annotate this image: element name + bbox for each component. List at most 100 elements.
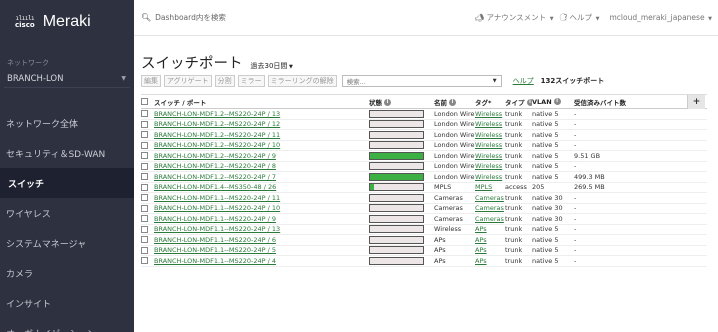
table-row[interactable]: BRANCH-LON-MDF1.2--MS220-24P / 11 London … bbox=[141, 130, 707, 141]
port-link[interactable]: BRANCH-LON-MDF1.4--MS350-48 / 26 bbox=[154, 183, 276, 191]
column-header-vlan[interactable]: VLAN i bbox=[532, 98, 574, 106]
column-header-port[interactable]: スイッチ / ポート bbox=[151, 97, 369, 107]
add-column-button[interactable]: + bbox=[687, 95, 705, 109]
table-header: スイッチ / ポート 状態 i 名前 i タグ* タイプ i VLAN i 受信済みバイ… bbox=[141, 94, 707, 109]
table-row[interactable]: BRANCH-LON-MDF1.2--MS220-24P / 12 London … bbox=[141, 120, 707, 130]
status-bar bbox=[369, 130, 424, 139]
port-link[interactable]: BRANCH-LON-MDF1.1--MS220-24P / 4 bbox=[154, 257, 276, 265]
row-checkbox[interactable] bbox=[141, 141, 148, 149]
row-checkbox[interactable] bbox=[141, 183, 148, 191]
timespan-selector[interactable]: 過去30日間 ▼ bbox=[251, 61, 293, 71]
port-link[interactable]: BRANCH-LON-MDF1.1--MS220-24P / 9 bbox=[154, 215, 276, 223]
help-menu[interactable]: ?⃝ ヘルプ ▼ bbox=[564, 12, 600, 23]
table-row[interactable]: BRANCH-LON-MDF1.2--MS220-24P / 10 London … bbox=[141, 141, 707, 151]
row-checkbox[interactable] bbox=[141, 246, 148, 254]
port-link[interactable]: BRANCH-LON-MDF1.2--MS220-24P / 7 bbox=[154, 173, 276, 181]
user-menu[interactable]: mcloud_meraki_japanese ▼ bbox=[609, 13, 712, 22]
column-header-status[interactable]: 状態 i bbox=[369, 97, 434, 107]
aggregate-button[interactable]: アグリゲート bbox=[164, 75, 212, 87]
row-checkbox[interactable] bbox=[141, 152, 148, 160]
port-tag-link[interactable]: Wireless bbox=[475, 120, 502, 128]
select-all-checkbox[interactable] bbox=[141, 98, 148, 105]
table-row[interactable]: BRANCH-LON-MDF1.1--MS220-24P / 5 APs APs tr… bbox=[141, 246, 707, 256]
row-checkbox[interactable] bbox=[141, 204, 148, 212]
sidebar-item[interactable]: ネットワーク全体 bbox=[0, 108, 134, 138]
port-tag-link[interactable]: Wireless bbox=[475, 141, 502, 149]
column-header-received[interactable]: 受信済みバイト数 bbox=[574, 97, 634, 107]
port-tag-link[interactable]: APs bbox=[475, 246, 487, 254]
port-tag-link[interactable]: Wireless bbox=[475, 162, 502, 170]
meraki-logo[interactable]: ılıılı cisco Meraki bbox=[0, 0, 134, 44]
table-row[interactable]: BRANCH-LON-MDF1.1--MS220-24P / 9 Cameras C… bbox=[141, 214, 707, 225]
port-link[interactable]: BRANCH-LON-MDF1.2--MS220-24P / 9 bbox=[154, 152, 276, 160]
cisco-wordmark: cisco bbox=[15, 20, 35, 29]
port-received-bytes: 9.51 GB bbox=[574, 151, 601, 160]
port-link[interactable]: BRANCH-LON-MDF1.1--MS220-24P / 5 bbox=[154, 246, 276, 254]
edit-button[interactable]: 編集 bbox=[141, 75, 161, 87]
mirror-button[interactable]: ミラー bbox=[237, 75, 265, 87]
port-tag-link[interactable]: Cameras bbox=[475, 215, 504, 223]
row-checkbox[interactable] bbox=[141, 236, 148, 244]
dashboard-search[interactable]: 🔍︎ Dashboard内を検索 bbox=[134, 12, 424, 23]
table-row[interactable]: BRANCH-LON-MDF1.1--MS220-24P / 4 APs APs tr… bbox=[141, 256, 707, 267]
help-link[interactable]: ヘルプ bbox=[513, 76, 534, 86]
port-link[interactable]: BRANCH-LON-MDF1.2--MS220-24P / 10 bbox=[154, 141, 280, 149]
sidebar-item[interactable]: オーガナイゼーション bbox=[0, 318, 134, 332]
port-tag-link[interactable]: Wireless bbox=[475, 110, 502, 118]
table-row[interactable]: BRANCH-LON-MDF1.1--MS220-24P / 10 Cameras… bbox=[141, 204, 707, 214]
table-row[interactable]: BRANCH-LON-MDF1.2--MS220-24P / 8 London W… bbox=[141, 162, 707, 172]
port-tag-link[interactable]: Wireless bbox=[475, 152, 502, 160]
row-checkbox[interactable] bbox=[141, 225, 148, 233]
column-header-type[interactable]: タイプ i bbox=[505, 97, 532, 107]
sidebar-item[interactable]: セキュリティ＆SD-WAN bbox=[0, 138, 134, 168]
table-row[interactable]: BRANCH-LON-MDF1.2--MS220-24P / 7 London W… bbox=[141, 172, 707, 183]
port-tag-link[interactable]: APs bbox=[475, 257, 487, 265]
row-checkbox[interactable] bbox=[141, 110, 148, 118]
announcements-menu[interactable]: 📣︎ アナウンスメント ▼ bbox=[475, 12, 554, 23]
table-row[interactable]: BRANCH-LON-MDF1.4--MS350-48 / 26 MPLS MPLS… bbox=[141, 183, 707, 193]
port-link[interactable]: BRANCH-LON-MDF1.2--MS220-24P / 11 bbox=[154, 131, 280, 139]
port-type: trunk bbox=[505, 204, 523, 213]
table-row[interactable]: BRANCH-LON-MDF1.2--MS220-24P / 9 London W… bbox=[141, 151, 707, 162]
port-tag-link[interactable]: Wireless bbox=[475, 173, 502, 181]
network-selector[interactable]: BRANCH-LON ▼ bbox=[4, 70, 130, 88]
port-tag-link[interactable]: APs bbox=[475, 225, 487, 233]
port-link[interactable]: BRANCH-LON-MDF1.2--MS220-24P / 13 bbox=[154, 110, 280, 118]
sidebar-item[interactable]: インサイト bbox=[0, 288, 134, 318]
port-tag-link[interactable]: Cameras bbox=[475, 194, 504, 202]
port-link[interactable]: BRANCH-LON-MDF1.2--MS220-24P / 12 bbox=[154, 120, 280, 128]
port-tag-link[interactable]: Cameras bbox=[475, 204, 504, 212]
row-checkbox[interactable] bbox=[141, 162, 148, 170]
sidebar-item[interactable]: ワイヤレス bbox=[0, 198, 134, 228]
port-link[interactable]: BRANCH-LON-MDF1.1--MS220-24P / 11 bbox=[154, 194, 280, 202]
table-row[interactable]: BRANCH-LON-MDF1.1--MS220-24P / 11 Cameras… bbox=[141, 193, 707, 204]
sidebar-item[interactable]: カメラ bbox=[0, 258, 134, 288]
table-row[interactable]: BRANCH-LON-MDF1.2--MS220-24P / 13 London … bbox=[141, 109, 707, 120]
table-row[interactable]: BRANCH-LON-MDF1.1--MS220-24P / 13 Wireles… bbox=[141, 225, 707, 235]
port-link[interactable]: BRANCH-LON-MDF1.1--MS220-24P / 10 bbox=[154, 204, 280, 212]
sidebar-item[interactable]: スイッチ bbox=[0, 168, 134, 198]
port-name: London Wireless bbox=[434, 151, 475, 160]
filter-input[interactable]: 検索... ▼ bbox=[341, 75, 502, 87]
sidebar: ılıılı cisco Meraki ネットワーク BRANCH-LON ▼ … bbox=[0, 0, 134, 332]
port-tag-link[interactable]: Wireless bbox=[475, 131, 502, 139]
column-header-tags[interactable]: タグ* bbox=[475, 97, 505, 107]
row-checkbox[interactable] bbox=[141, 131, 148, 139]
port-tag-link[interactable]: APs bbox=[475, 236, 487, 244]
row-checkbox[interactable] bbox=[141, 120, 148, 128]
row-checkbox[interactable] bbox=[141, 215, 148, 223]
row-checkbox[interactable] bbox=[141, 194, 148, 202]
table-row[interactable]: BRANCH-LON-MDF1.1--MS220-24P / 6 APs APs tr… bbox=[141, 235, 707, 246]
port-link[interactable]: BRANCH-LON-MDF1.2--MS220-24P / 8 bbox=[154, 162, 276, 170]
sidebar-item[interactable]: システムマネージャ bbox=[0, 228, 134, 258]
search-input[interactable]: Dashboard内を検索 bbox=[155, 12, 226, 23]
port-tag-link[interactable]: MPLS bbox=[475, 183, 492, 191]
split-button[interactable]: 分割 bbox=[214, 75, 235, 87]
info-icon: i bbox=[553, 98, 561, 105]
port-link[interactable]: BRANCH-LON-MDF1.1--MS220-24P / 6 bbox=[154, 236, 276, 244]
row-checkbox[interactable] bbox=[141, 257, 148, 265]
unmirror-button[interactable]: ミラーリングの解除 bbox=[267, 75, 337, 87]
row-checkbox[interactable] bbox=[141, 173, 148, 181]
column-header-name[interactable]: 名前 i bbox=[434, 97, 475, 107]
port-link[interactable]: BRANCH-LON-MDF1.1--MS220-24P / 13 bbox=[154, 225, 280, 233]
